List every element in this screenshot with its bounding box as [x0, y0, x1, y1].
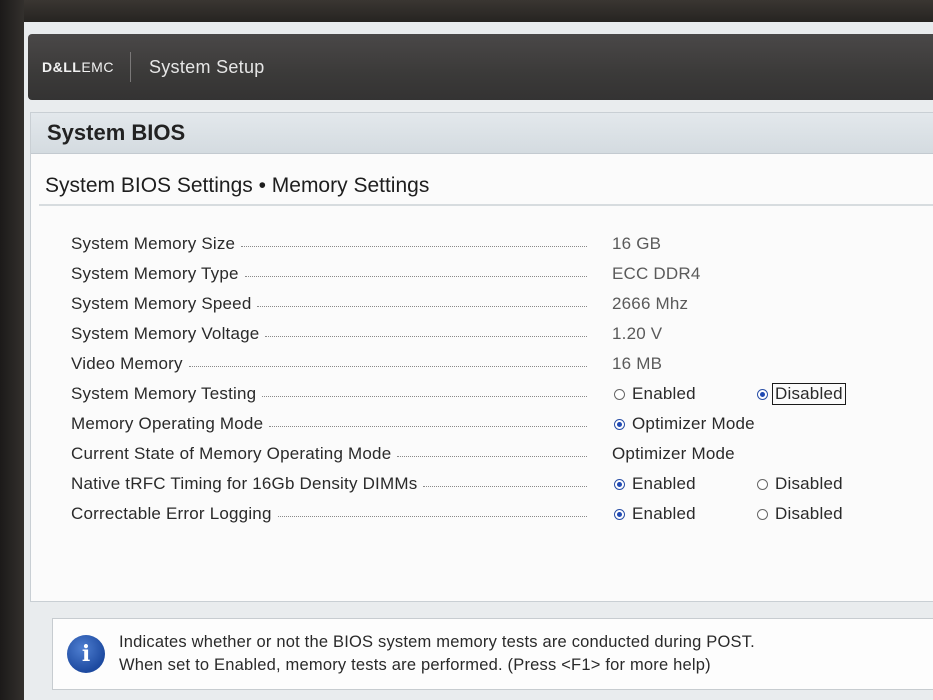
setting-row-native-trfc-timing: Native tRFC Timing for 16Gb Density DIMM…: [31, 469, 933, 499]
radio-label: Enabled: [632, 504, 696, 523]
dotted-leader: [397, 455, 587, 457]
radio-label: Enabled: [632, 474, 696, 493]
setting-label: System Memory Testing: [71, 384, 257, 403]
radio-label: Disabled: [775, 474, 843, 493]
radio-on-icon[interactable]: [614, 478, 625, 490]
setting-row-memory-operating-mode: Memory Operating Mode Optimizer Mode: [31, 409, 933, 439]
app-header: D&LLEMC System Setup: [28, 34, 933, 100]
trfc-disabled-radio[interactable]: Disabled: [757, 474, 843, 494]
help-line-2: When set to Enabled, memory tests are pe…: [119, 656, 711, 674]
setting-label: Native tRFC Timing for 16Gb Density DIMM…: [71, 474, 418, 493]
setting-row-system-memory-size: System Memory Size 16 GB: [31, 229, 933, 259]
section-title: System BIOS Settings • Memory Settings: [45, 174, 430, 197]
setting-row-correctable-error-logging: Correctable Error Logging Enabled Disabl…: [31, 499, 933, 529]
dotted-leader: [244, 275, 587, 277]
setting-value: 16 MB: [612, 354, 663, 373]
setting-label: Video Memory: [71, 354, 183, 373]
dotted-leader: [265, 335, 587, 337]
dotted-leader: [188, 365, 587, 367]
section-divider: [39, 204, 933, 206]
help-line-1: Indicates whether or not the BIOS system…: [119, 633, 755, 651]
setting-value: 2666 Mhz: [612, 294, 689, 313]
setting-label: Memory Operating Mode: [71, 414, 264, 433]
brand-emc: EMC: [81, 59, 114, 75]
setting-row-system-memory-voltage: System Memory Voltage 1.20 V: [31, 319, 933, 349]
error-logging-enabled-radio[interactable]: Enabled: [614, 504, 696, 524]
setting-row-video-memory: Video Memory 16 MB: [31, 349, 933, 379]
radio-on-icon[interactable]: [757, 388, 768, 400]
help-text: Indicates whether or not the BIOS system…: [119, 631, 755, 677]
setting-row-system-memory-testing: System Memory Testing Enabled Disabled: [31, 379, 933, 409]
setting-label: System Memory Type: [71, 264, 239, 283]
setting-label: System Memory Voltage: [71, 324, 260, 343]
radio-off-icon[interactable]: [757, 478, 768, 490]
memory-settings-list: System Memory Size 16 GB System Memory T…: [31, 229, 933, 529]
radio-on-icon[interactable]: [614, 508, 625, 520]
radio-label: Optimizer Mode: [632, 414, 755, 433]
setting-value: 16 GB: [612, 234, 662, 253]
dotted-leader: [262, 395, 587, 397]
setting-label: System Memory Speed: [71, 294, 252, 313]
monitor-bezel-left: [0, 0, 24, 700]
app-title: System Setup: [148, 56, 265, 77]
panel-titlebar: System BIOS: [31, 113, 933, 154]
memory-testing-enabled-radio[interactable]: Enabled: [614, 384, 696, 404]
setting-value: ECC DDR4: [612, 264, 701, 283]
setting-row-system-memory-speed: System Memory Speed 2666 Mhz: [31, 289, 933, 319]
dotted-leader: [269, 425, 587, 427]
radio-off-icon[interactable]: [757, 508, 768, 520]
setting-label: Correctable Error Logging: [71, 504, 272, 523]
setting-row-current-state-memory-operating-mode: Current State of Memory Operating Mode O…: [31, 439, 933, 469]
system-bios-panel: System BIOS System BIOS Settings • Memor…: [30, 112, 933, 602]
info-icon: i: [67, 635, 105, 673]
setting-row-system-memory-type: System Memory Type ECC DDR4: [31, 259, 933, 289]
error-logging-disabled-radio[interactable]: Disabled: [757, 504, 843, 524]
radio-on-icon[interactable]: [614, 418, 625, 430]
bios-screen: D&LLEMC System Setup System BIOS System …: [24, 22, 933, 700]
radio-off-icon[interactable]: [614, 388, 625, 400]
dotted-leader: [257, 305, 587, 307]
dell-emc-logo: D&LLEMC: [42, 59, 114, 75]
brand-dell: D&LL: [42, 59, 82, 75]
setting-label: System Memory Size: [71, 234, 236, 253]
trfc-enabled-radio[interactable]: Enabled: [614, 474, 696, 494]
setting-label: Current State of Memory Operating Mode: [71, 444, 392, 463]
setting-value: 1.20 V: [612, 324, 663, 343]
radio-label: Enabled: [632, 384, 696, 403]
optimizer-mode-radio[interactable]: Optimizer Mode: [614, 414, 755, 434]
radio-label-focused: Disabled: [772, 383, 846, 405]
help-panel: i Indicates whether or not the BIOS syst…: [52, 618, 933, 690]
dotted-leader: [277, 515, 587, 517]
setting-value: Optimizer Mode: [612, 444, 735, 463]
memory-testing-disabled-radio[interactable]: Disabled: [757, 383, 846, 405]
dotted-leader: [241, 245, 587, 247]
dotted-leader: [423, 485, 587, 487]
radio-label: Disabled: [775, 504, 843, 523]
header-divider: [129, 52, 131, 82]
panel-title: System BIOS: [47, 120, 186, 145]
